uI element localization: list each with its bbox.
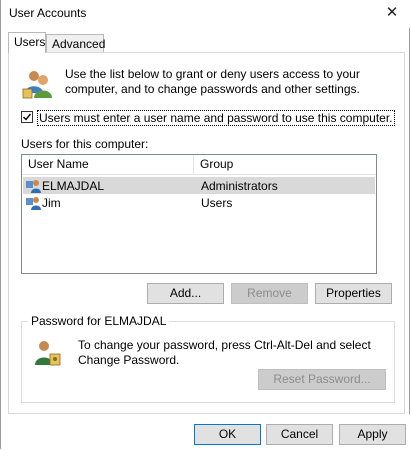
require-login-checkbox[interactable] — [21, 111, 33, 123]
close-icon[interactable]: ✕ — [384, 5, 400, 21]
title-bar: User Accounts ✕ — [1, 0, 410, 28]
password-group: Password for ELMAJDAL To change your pas… — [21, 314, 395, 403]
require-login-label[interactable]: Users must enter a user name and passwor… — [37, 110, 395, 126]
cancel-button[interactable]: Cancel — [266, 424, 333, 445]
tab-advanced[interactable]: Advanced — [46, 34, 105, 52]
reset-password-button[interactable]: Reset Password... — [258, 369, 386, 390]
user-icon — [26, 197, 41, 210]
table-row[interactable]: Jim Users — [23, 194, 375, 211]
user-name-cell: ELMAJDAL — [42, 179, 105, 193]
tab-users[interactable]: Users — [8, 32, 46, 53]
ok-button[interactable]: OK — [194, 424, 261, 445]
group-cell: Administrators — [201, 179, 278, 193]
require-login-row: Users must enter a user name and passwor… — [21, 110, 395, 126]
group-cell: Users — [201, 196, 233, 210]
apply-button[interactable]: Apply — [339, 424, 406, 445]
user-name-cell: Jim — [42, 196, 61, 210]
password-user-icon — [35, 341, 61, 366]
window-title: User Accounts — [9, 6, 87, 20]
user-accounts-window: User Accounts ✕ Users Advanced Use the l… — [0, 0, 410, 449]
checkmark-icon — [23, 113, 32, 121]
users-tab-panel: Use the list below to grant or deny user… — [8, 52, 405, 414]
properties-button[interactable]: Properties — [315, 283, 392, 304]
users-icon — [22, 71, 52, 99]
table-row[interactable]: ELMAJDAL Administrators — [23, 177, 375, 194]
user-icon — [26, 180, 41, 193]
column-header-group[interactable]: Group — [194, 155, 376, 174]
password-group-legend: Password for ELMAJDAL — [28, 314, 170, 328]
remove-button[interactable]: Remove — [231, 283, 308, 304]
list-header: User Name Group — [22, 155, 376, 175]
password-instructions: To change your password, press Ctrl-Alt-… — [78, 338, 371, 367]
add-button[interactable]: Add... — [147, 283, 224, 304]
column-header-user-name[interactable]: User Name — [22, 155, 194, 174]
dialog-footer: OK Cancel Apply — [1, 414, 410, 449]
users-list-label: Users for this computer: — [21, 137, 149, 151]
users-list[interactable]: User Name Group ELMAJDAL Administrators — [21, 154, 377, 274]
intro-text: Use the list below to grant or deny user… — [65, 67, 360, 96]
